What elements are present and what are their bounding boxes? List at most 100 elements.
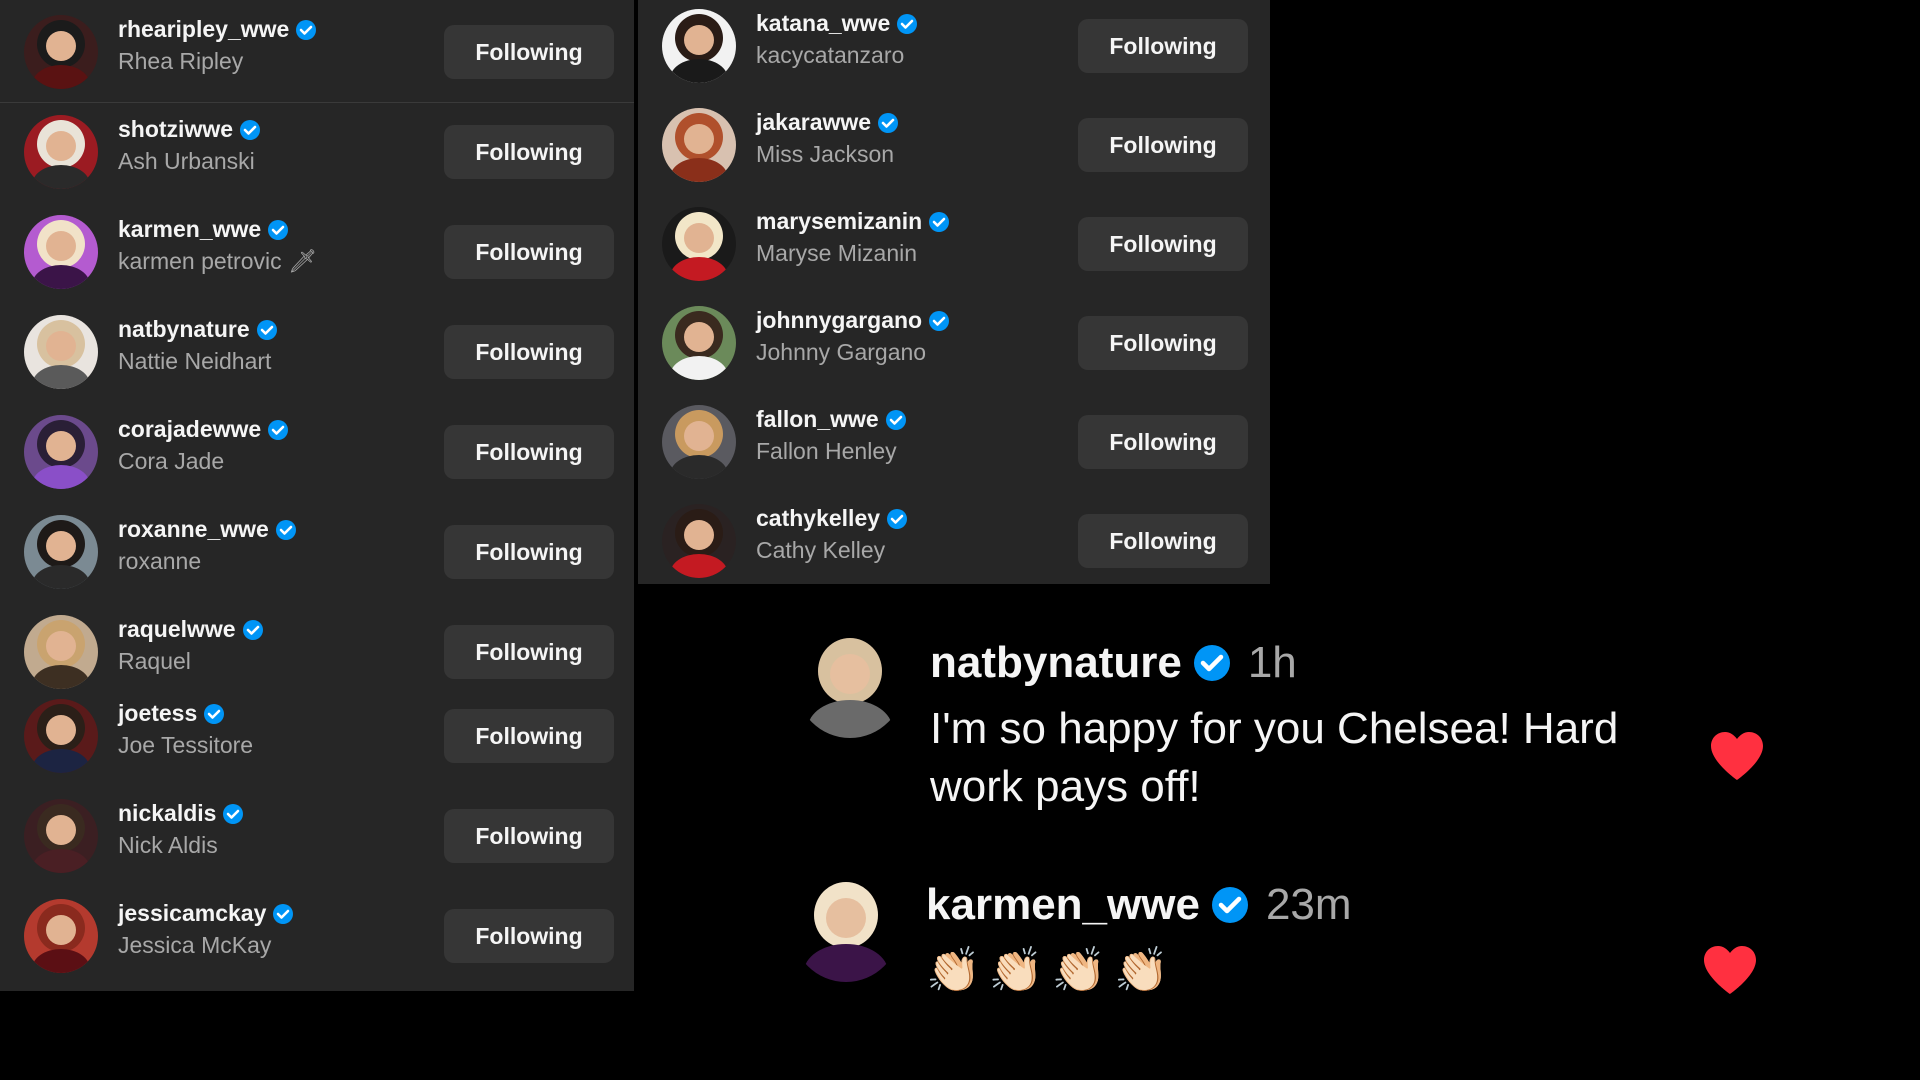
verified-badge-icon [275, 519, 297, 541]
verified-badge-icon [242, 619, 264, 641]
avatar[interactable] [796, 630, 904, 738]
following-row: johnnygargano Johnny Gargano Following [638, 293, 1270, 393]
full-name: Johnny Gargano [756, 339, 927, 365]
avatar[interactable] [662, 405, 736, 479]
following-row: roxanne_wweroxanne Following [0, 502, 634, 602]
username[interactable]: fallon_wwe [756, 408, 907, 431]
username[interactable]: katana_wwe [756, 12, 918, 35]
following-button[interactable]: Following [444, 25, 614, 79]
verified-badge-icon [877, 112, 899, 134]
following-row: katana_wwe kacycatanzaro Following [638, 0, 1270, 96]
avatar[interactable] [792, 874, 900, 982]
like-heart-icon[interactable] [1702, 944, 1758, 996]
full-name: Cora Jade [118, 448, 225, 474]
comment: natbynature 1h I'm so happy for you Chel… [796, 630, 1796, 811]
verified-badge-icon [267, 219, 289, 241]
following-row: shotziwwe Ash Urbanski Following [0, 102, 634, 202]
avatar[interactable] [24, 415, 98, 489]
avatar[interactable] [24, 699, 98, 773]
avatar[interactable] [662, 504, 736, 578]
full-name: Nick Aldis [118, 832, 218, 858]
following-button[interactable]: Following [1078, 118, 1248, 172]
following-button[interactable]: Following [1078, 514, 1248, 568]
clap-emoji: 👏🏻 [1114, 946, 1170, 995]
avatar[interactable] [24, 215, 98, 289]
full-name: Jessica McKay [118, 932, 272, 958]
full-name: Nattie Neidhart [118, 348, 272, 374]
full-name: Ash Urbanski [118, 148, 255, 174]
username[interactable]: natbynature [118, 318, 278, 341]
following-button[interactable]: Following [444, 625, 614, 679]
following-row: rhearipley_wwe Rhea Ripley Following [0, 2, 634, 103]
avatar[interactable] [24, 615, 98, 689]
avatar[interactable] [24, 15, 98, 89]
avatar[interactable] [24, 799, 98, 873]
username[interactable]: rhearipley_wwe [118, 18, 317, 41]
full-name: Cathy Kelley [756, 537, 886, 563]
verified-badge-icon [1192, 643, 1232, 683]
following-row: karmen_wwekarmen petrovic 🗡 Following [0, 202, 634, 302]
comment-text: 👏🏻 👏🏻 👏🏻 👏🏻 [926, 942, 1177, 1000]
like-heart-icon[interactable] [1709, 730, 1765, 782]
following-button[interactable]: Following [444, 809, 614, 863]
username[interactable]: marysemizanin [756, 210, 950, 233]
avatar[interactable] [662, 306, 736, 380]
comment-time: 1h [1247, 638, 1297, 687]
username[interactable]: corajadewwe [118, 418, 289, 441]
following-list-left: rhearipley_wwe Rhea Ripley Following shotzi… [0, 0, 634, 991]
verified-badge-icon [295, 19, 317, 41]
avatar[interactable] [662, 207, 736, 281]
following-button[interactable]: Following [444, 909, 614, 963]
clap-emoji: 👏🏻 [1051, 946, 1107, 995]
following-button[interactable]: Following [1078, 316, 1248, 370]
following-button[interactable]: Following [1078, 217, 1248, 271]
following-button[interactable]: Following [444, 325, 614, 379]
following-button[interactable]: Following [1078, 415, 1248, 469]
following-row: jessicamckay Jessica McKay Following [0, 886, 634, 986]
avatar[interactable] [662, 9, 736, 83]
username[interactable]: jessicamckay [118, 902, 294, 925]
following-row: corajadewwe Cora Jade Following [0, 402, 634, 502]
full-name: karmen petrovic 🗡 [118, 248, 318, 274]
comment-time: 23m [1265, 880, 1352, 929]
full-name: Raquel [118, 648, 191, 674]
following-button[interactable]: Following [444, 525, 614, 579]
verified-badge-icon [272, 903, 294, 925]
full-name: roxanne [118, 548, 202, 574]
username[interactable]: shotziwwe [118, 118, 261, 141]
avatar[interactable] [24, 115, 98, 189]
following-row: marysemizanin Maryse Mizanin Following [638, 194, 1270, 294]
comment: karmen_wwe 23m 👏🏻 👏🏻 👏🏻 👏🏻 [792, 874, 1792, 1004]
comment-username[interactable]: natbynature [930, 638, 1182, 688]
following-button[interactable]: Following [1078, 19, 1248, 73]
username[interactable]: joetess [118, 702, 253, 725]
username[interactable]: raquelwwe [118, 618, 264, 641]
comment-text: I'm so happy for you Chelsea! Hard work … [930, 704, 1619, 811]
comment-username[interactable]: karmen_wwe [926, 880, 1200, 930]
following-button[interactable]: Following [444, 425, 614, 479]
username[interactable]: cathykelley [756, 507, 908, 530]
following-button[interactable]: Following [444, 225, 614, 279]
username[interactable]: johnnygargano [756, 309, 950, 332]
verified-badge-icon [267, 419, 289, 441]
full-name: kacycatanzaro [756, 42, 905, 68]
following-button[interactable]: Following [444, 125, 614, 179]
verified-badge-icon [1210, 885, 1250, 925]
avatar[interactable] [662, 108, 736, 182]
avatar[interactable] [24, 899, 98, 973]
following-button[interactable]: Following [444, 709, 614, 763]
username[interactable]: nickaldis [118, 802, 244, 825]
verified-badge-icon [256, 319, 278, 341]
verified-badge-icon [886, 508, 908, 530]
following-list-right: katana_wwe kacycatanzaro Following jakaraww… [638, 0, 1270, 584]
avatar[interactable] [24, 515, 98, 589]
username[interactable]: jakarawwe [756, 111, 899, 134]
full-name: Fallon Henley [756, 438, 897, 464]
verified-badge-icon [885, 409, 907, 431]
clap-emoji: 👏🏻 [926, 946, 981, 995]
full-name: Miss Jackson [756, 141, 895, 167]
avatar[interactable] [24, 315, 98, 389]
verified-badge-icon [203, 703, 225, 725]
username[interactable]: roxanne_wwe [118, 518, 297, 541]
username[interactable]: karmen_wwe [118, 218, 317, 241]
